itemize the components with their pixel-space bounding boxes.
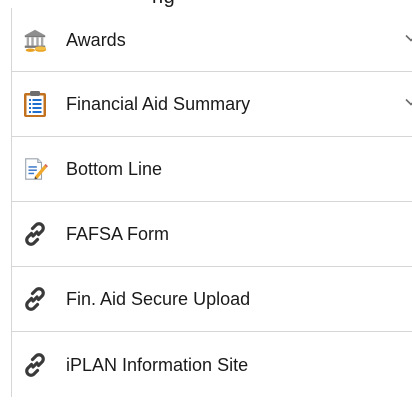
nav-item-label: Bottom Line (66, 159, 163, 179)
nav-item-label: Financial Aid Summary (66, 94, 251, 114)
nav-item-fin-aid-secure-upload[interactable]: Fin. Aid Secure Upload (12, 267, 412, 332)
chevron-down-icon[interactable] (405, 32, 412, 44)
document-edit-icon (22, 155, 48, 183)
nav-item-bottom-line[interactable]: Bottom Line (12, 137, 412, 202)
nav-item-label: Awards (66, 29, 126, 50)
bank-icon (22, 26, 48, 54)
chevron-down-icon[interactable] (405, 96, 412, 108)
link-icon (22, 285, 48, 313)
nav-item-label: iPLAN Information Site (66, 354, 249, 375)
nav-menu: Awards Financial Aid Summary Bottom Line… (11, 8, 412, 397)
link-icon (22, 351, 48, 379)
clipboard-list-icon (22, 90, 48, 118)
nav-item-iplan-information-site[interactable]: iPLAN Information Site (12, 332, 412, 397)
nav-item-label: Fin. Aid Secure Upload (66, 289, 251, 309)
cut-off-heading-text: ng (152, 0, 175, 8)
nav-item-label: FAFSA Form (66, 224, 170, 244)
nav-item-awards[interactable]: Awards (12, 8, 412, 72)
cut-off-heading: ng (0, 0, 412, 8)
link-icon (22, 220, 48, 248)
nav-item-fafsa-form[interactable]: FAFSA Form (12, 202, 412, 267)
nav-item-financial-aid-summary[interactable]: Financial Aid Summary (12, 72, 412, 137)
